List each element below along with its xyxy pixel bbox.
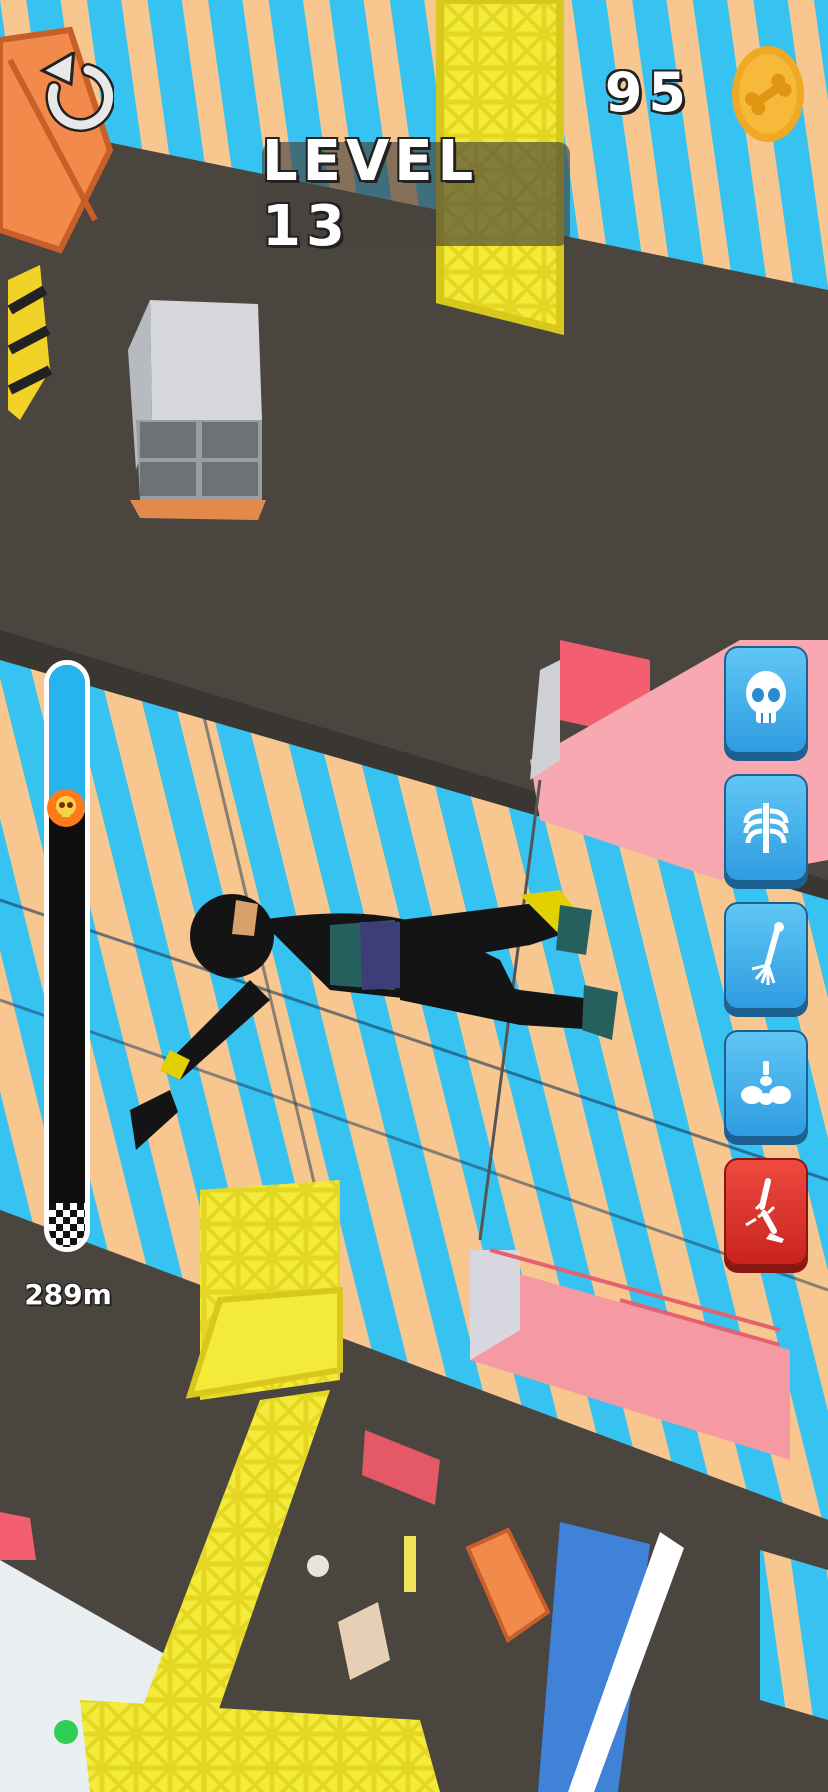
level-banner: LEVEL 13: [262, 129, 570, 259]
leg-break-powerup-button[interactable]: [724, 1158, 808, 1266]
leg-break-icon: [745, 1178, 784, 1243]
skull-marker-icon: [46, 788, 86, 828]
ribcage-icon: [743, 803, 789, 853]
ribcage-powerup-button[interactable]: [724, 774, 808, 882]
game-scene: [0, 0, 828, 1792]
distance-label: 289m: [24, 1278, 112, 1311]
pelvis-icon: [741, 1061, 791, 1105]
level-label: LEVEL 13: [262, 129, 479, 259]
arm-bone-icon: [751, 922, 784, 985]
skull-icon: [746, 671, 786, 723]
coin-counter: 95: [604, 61, 692, 124]
fall-progress-bar: [44, 660, 90, 1252]
restart-button[interactable]: [34, 44, 116, 144]
finish-flag: [49, 1203, 85, 1247]
skull-powerup-button[interactable]: [724, 646, 808, 754]
pelvis-powerup-button[interactable]: [724, 1030, 808, 1138]
bone-coin-icon: [730, 44, 806, 144]
restart-arrow-icon: [39, 52, 114, 132]
pallet-stack: [128, 300, 266, 520]
arm-bone-powerup-button[interactable]: [724, 902, 808, 1010]
